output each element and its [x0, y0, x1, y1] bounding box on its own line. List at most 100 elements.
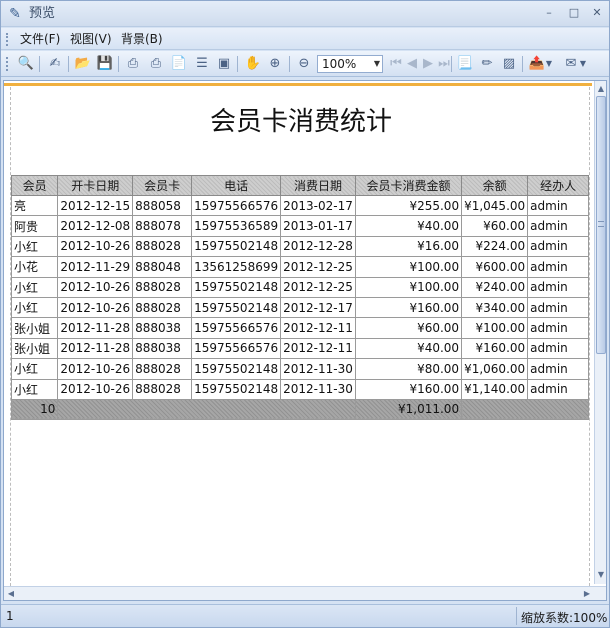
zoom-select[interactable]: 100% ▼ [317, 55, 383, 73]
menu-view[interactable]: 视图(V) [70, 31, 112, 47]
print-icon[interactable]: ⎙ [147, 55, 165, 73]
table-cell: ¥160.00 [354, 296, 463, 319]
report-page: 会员卡消费统计 会员 开卡日期 会员卡 电话 消费日期 会员卡消费金额 余额 经办人 亮 201… [10, 87, 590, 591]
save-icon[interactable]: 💾 [96, 55, 114, 73]
table-cell: ¥60.00 [354, 317, 463, 339]
toolbar-separator [522, 56, 523, 72]
page-layout-icon[interactable]: ☰ [193, 55, 211, 73]
menu-grip[interactable] [6, 33, 9, 46]
table-cell: 2012-12-25 [280, 276, 356, 298]
window-title: 预览 [29, 6, 56, 21]
table-row: 小红 2012-10-26 888028 15975502148 2012-11-30 ¥… [10, 358, 589, 380]
zoom-in-icon[interactable]: ⊕ [266, 55, 284, 73]
table-cell: 2013-02-17 [280, 194, 356, 217]
scroll-left-icon[interactable]: ◀ [5, 587, 17, 600]
chevron-down-icon[interactable]: ▼ [374, 56, 380, 72]
chevron-down-icon[interactable]: ▼ [544, 55, 554, 73]
table-cell: ¥80.00 [354, 358, 463, 380]
vertical-scroll-thumb[interactable] [596, 96, 606, 354]
chevron-down-icon[interactable]: ▼ [578, 55, 588, 73]
table-cell: 15975566576 [191, 194, 282, 217]
design-icon[interactable]: ✍ [46, 55, 64, 73]
table-cell: 888038 [132, 337, 193, 360]
toolbar-separator [68, 56, 69, 72]
toolbar-separator [289, 56, 290, 72]
table-cell: 13561258699 [191, 256, 282, 278]
table-cell: 2012-10-26 [57, 378, 134, 400]
table-cell: 888028 [132, 378, 193, 400]
fit-page-icon[interactable]: ▣ [215, 55, 233, 73]
toolbar-separator [237, 56, 238, 72]
watermark-icon[interactable]: ▨ [500, 55, 518, 73]
toolbar: 🔍 ✍ 📂 💾 ⎙ ⎙ 📄 ☰ ▣ ✋ ⊕ ⊖ 100% ▼ ⏮ ◀ ▶ ⏭ 📃… [1, 51, 609, 77]
table-row: 阿贵 2012-12-08 888078 15975536589 2013-01-17 ¥… [10, 215, 589, 237]
print-setup-icon[interactable]: ⎙ [124, 55, 142, 73]
scroll-right-icon[interactable]: ▶ [581, 587, 593, 600]
table-cell: 15975566576 [191, 337, 282, 360]
page-settings-icon[interactable]: 📃 [456, 55, 474, 73]
table-cell: ¥240.00 [461, 276, 529, 298]
menu-file[interactable]: 文件(F) [20, 31, 60, 47]
find-icon[interactable]: 🔍 [17, 55, 35, 73]
horizontal-scrollbar[interactable]: ◀ ▶ [4, 586, 606, 600]
table-cell: ¥40.00 [354, 215, 463, 237]
table-cell: 15975502148 [191, 358, 282, 380]
menu-bar: 文件(F) 视图(V) 背景(B) [1, 28, 609, 50]
table-row: 张小姐 2012-11-28 888038 15975566576 2012-12-11… [10, 317, 589, 339]
scroll-up-icon[interactable]: ▲ [596, 82, 606, 96]
table-cell: 15975502148 [191, 296, 282, 319]
table-cell: 小花 [10, 256, 59, 278]
table-cell: 2012-11-30 [280, 358, 356, 380]
table-cell: 888028 [132, 235, 193, 258]
table-cell: ¥160.00 [461, 337, 529, 360]
zoom-out-icon[interactable]: ⊖ [295, 55, 313, 73]
report-table: 会员 开卡日期 会员卡 电话 消费日期 会员卡消费金额 余额 经办人 亮 2012-12-15 8… [10, 175, 589, 420]
toolbar-grip[interactable] [6, 57, 9, 71]
page-setup-icon[interactable]: 📄 [170, 55, 188, 73]
zoom-value: 100% [322, 57, 357, 71]
table-cell: 888028 [132, 276, 193, 298]
edit-page-icon[interactable]: ✏ [478, 55, 496, 73]
hand-icon[interactable]: ✋ [244, 55, 262, 73]
table-row: 张小姐 2012-11-28 888038 15975566576 2012-12-11… [10, 337, 589, 360]
table-cell: 小红 [10, 235, 59, 258]
minimize-button[interactable]: – [539, 5, 559, 21]
total-row: 10 ¥1,011.00 [10, 398, 589, 420]
toolbar-separator [451, 56, 452, 72]
total-count: 10 [10, 398, 59, 420]
vertical-scrollbar[interactable]: ▲ ▼ [594, 81, 606, 584]
column-header: 开卡日期 [57, 175, 134, 196]
column-header: 会员卡 [132, 175, 193, 196]
table-cell: 小红 [10, 358, 59, 380]
toolbar-separator [39, 56, 40, 72]
table-row: 小红 2012-10-26 888028 15975502148 2012-12-25 ¥… [10, 276, 589, 298]
table-cell: 2012-11-30 [280, 378, 356, 400]
preview-window: ✎ 预览 – □ ✕ 文件(F) 视图(V) 背景(B) 🔍 ✍ 📂 💾 ⎙ ⎙… [0, 0, 610, 628]
table-cell: 888058 [132, 194, 193, 217]
table-cell: admin [527, 276, 589, 298]
table-cell: 亮 [10, 194, 59, 217]
report-title: 会员卡消费统计 [209, 107, 392, 137]
table-cell: ¥600.00 [461, 256, 529, 278]
table-cell: 888048 [132, 256, 193, 278]
table-header-row: 会员 开卡日期 会员卡 电话 消费日期 会员卡消费金额 余额 经办人 [10, 175, 589, 196]
maximize-button[interactable]: □ [564, 5, 584, 21]
table-cell: 15975502148 [191, 378, 282, 400]
menu-background[interactable]: 背景(B) [121, 31, 163, 47]
table-cell: admin [527, 378, 589, 400]
table-cell: ¥100.00 [461, 317, 529, 339]
table-cell: 小红 [10, 276, 59, 298]
open-icon[interactable]: 📂 [74, 55, 92, 73]
table-cell: 张小姐 [10, 337, 59, 360]
scroll-down-icon[interactable]: ▼ [596, 568, 606, 582]
table-cell: admin [527, 194, 589, 217]
table-cell: ¥1,060.00 [461, 358, 529, 380]
column-header: 消费日期 [280, 175, 356, 196]
close-button[interactable]: ✕ [587, 5, 607, 21]
total-spacer [461, 398, 589, 420]
table-cell: 15975502148 [191, 276, 282, 298]
table-cell: 2012-11-28 [57, 337, 134, 360]
table-cell: 2012-10-26 [57, 358, 134, 380]
status-bar: 1 缩放系数:100% [1, 604, 609, 627]
table-cell: ¥1,140.00 [461, 378, 529, 400]
